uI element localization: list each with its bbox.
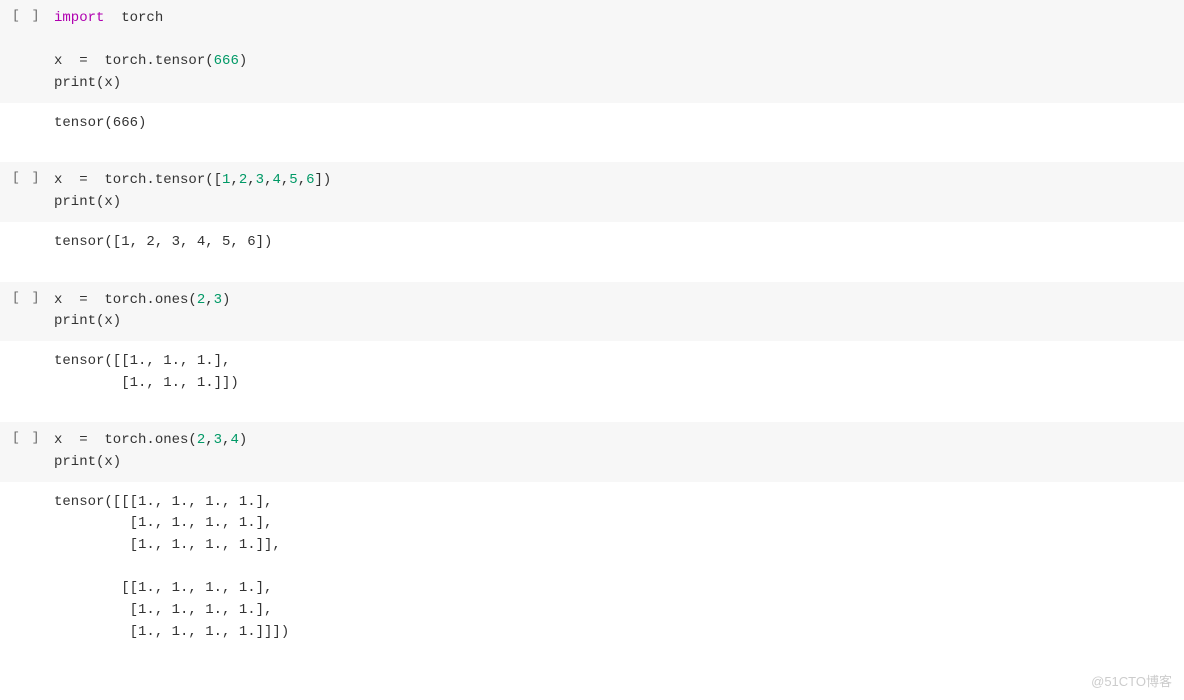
notebook: [ ]import torch x = torch.tensor(666) pr… [0, 0, 1184, 653]
cell-gap [0, 404, 1184, 422]
input-prompt[interactable]: [ ] [0, 168, 50, 185]
code-token: 3 [214, 292, 222, 308]
code-token: x = torch.ones( [54, 292, 197, 308]
cell-output: tensor([[1., 1., 1.], [1., 1., 1.]]) [0, 341, 1184, 404]
code-cell: [ ]x = torch.ones(2,3) print(x) tensor([[… [0, 282, 1184, 405]
code-editor[interactable]: import torch x = torch.tensor(666) print… [50, 6, 1184, 97]
cell-input[interactable]: [ ]x = torch.tensor([1,2,3,4,5,6]) print… [0, 162, 1184, 221]
input-prompt[interactable]: [ ] [0, 6, 50, 23]
code-token: , [230, 172, 238, 188]
code-token: , [298, 172, 306, 188]
cell-input[interactable]: [ ]import torch x = torch.tensor(666) pr… [0, 0, 1184, 103]
code-token: print(x) [54, 194, 121, 210]
code-token: , [205, 292, 213, 308]
input-prompt[interactable]: [ ] [0, 288, 50, 305]
code-token: , [205, 432, 213, 448]
code-token: print(x) [54, 75, 121, 91]
cell-input[interactable]: [ ]x = torch.ones(2,3) print(x) [0, 282, 1184, 341]
code-token: , [247, 172, 255, 188]
code-token: 3 [214, 432, 222, 448]
code-token: x = torch.tensor([ [54, 172, 222, 188]
cell-output: tensor(666) [0, 103, 1184, 145]
code-token: print(x) [54, 454, 121, 470]
input-prompt[interactable]: [ ] [0, 428, 50, 445]
code-token: torch [104, 10, 163, 26]
cell-output: tensor([[[1., 1., 1., 1.], [1., 1., 1., … [0, 482, 1184, 654]
output-text: tensor([[1., 1., 1.], [1., 1., 1.]]) [50, 349, 1184, 396]
code-editor[interactable]: x = torch.tensor([1,2,3,4,5,6]) print(x) [50, 168, 1184, 215]
code-token: 666 [214, 53, 239, 69]
code-token: ) [222, 292, 230, 308]
code-token: print(x) [54, 313, 121, 329]
code-editor[interactable]: x = torch.ones(2,3,4) print(x) [50, 428, 1184, 475]
output-text: tensor([1, 2, 3, 4, 5, 6]) [50, 230, 1184, 256]
watermark: @51CTO博客 [1091, 671, 1172, 690]
code-token: 2 [239, 172, 247, 188]
code-token: x = torch.tensor( [54, 53, 214, 69]
code-cell: [ ]import torch x = torch.tensor(666) pr… [0, 0, 1184, 144]
code-editor[interactable]: x = torch.ones(2,3) print(x) [50, 288, 1184, 335]
output-text: tensor([[[1., 1., 1., 1.], [1., 1., 1., … [50, 490, 1184, 646]
code-token: x = torch.ones( [54, 432, 197, 448]
cell-output: tensor([1, 2, 3, 4, 5, 6]) [0, 222, 1184, 264]
code-token: 4 [230, 432, 238, 448]
code-token: 6 [306, 172, 314, 188]
code-token: 5 [289, 172, 297, 188]
code-token: ) [239, 432, 247, 448]
output-text: tensor(666) [50, 111, 1184, 137]
code-token: ]) [315, 172, 332, 188]
code-cell: [ ]x = torch.ones(2,3,4) print(x)tensor(… [0, 422, 1184, 653]
code-token: import [54, 10, 104, 26]
code-token: 2 [197, 292, 205, 308]
code-token: 3 [256, 172, 264, 188]
cell-input[interactable]: [ ]x = torch.ones(2,3,4) print(x) [0, 422, 1184, 481]
code-cell: [ ]x = torch.tensor([1,2,3,4,5,6]) print… [0, 162, 1184, 263]
cell-gap [0, 264, 1184, 282]
code-token: 4 [272, 172, 280, 188]
code-token: ) [239, 53, 247, 69]
code-token: 2 [197, 432, 205, 448]
cell-gap [0, 144, 1184, 162]
